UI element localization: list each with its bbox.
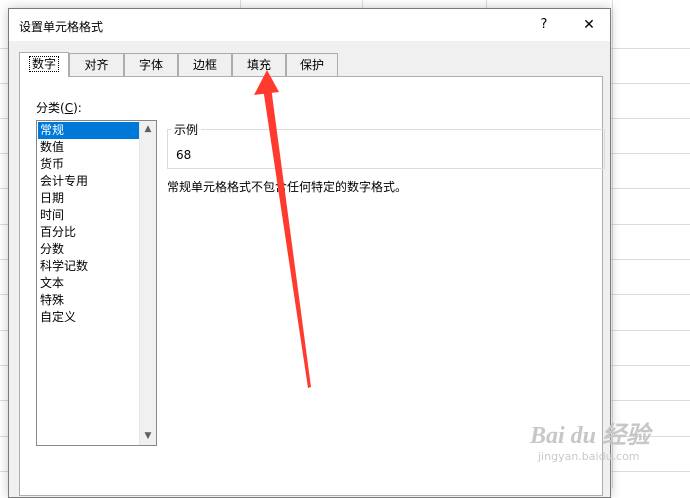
number-tab-panel: 分类(C): 常规 数值 货币 会计专用 日期 时间 百分比 分数 科学记数 文… bbox=[19, 76, 605, 496]
scroll-up-icon[interactable]: ▲ bbox=[140, 121, 156, 138]
tab-fill-label: 填充 bbox=[246, 58, 271, 72]
list-item-accounting[interactable]: 会计专用 bbox=[38, 173, 139, 190]
tab-font-label: 字体 bbox=[138, 58, 163, 72]
list-item-general[interactable]: 常规 bbox=[38, 122, 139, 139]
list-item-special[interactable]: 特殊 bbox=[38, 292, 139, 309]
watermark-sub: jingyan.baidu.com bbox=[538, 450, 640, 463]
sample-group: 示例 68 bbox=[167, 121, 605, 169]
list-item-percentage[interactable]: 百分比 bbox=[38, 224, 139, 241]
tab-protection[interactable]: 保护 bbox=[286, 53, 338, 76]
tab-border[interactable]: 边框 bbox=[178, 53, 232, 76]
sample-value: 68 bbox=[176, 148, 192, 162]
list-item-scientific[interactable]: 科学记数 bbox=[38, 258, 139, 275]
tab-border-label: 边框 bbox=[192, 58, 217, 72]
baidu-watermark: Bai du 经验 jingyan.baidu.com bbox=[530, 422, 650, 463]
tab-protection-label: 保护 bbox=[299, 58, 324, 72]
list-item-fraction[interactable]: 分数 bbox=[38, 241, 139, 258]
category-listbox[interactable]: 常规 数值 货币 会计专用 日期 时间 百分比 分数 科学记数 文本 特殊 自定… bbox=[36, 120, 157, 446]
tab-alignment-label: 对齐 bbox=[84, 58, 109, 72]
list-item-time[interactable]: 时间 bbox=[38, 207, 139, 224]
sample-legend: 示例 bbox=[171, 121, 202, 138]
list-item-number[interactable]: 数值 bbox=[38, 139, 139, 156]
tab-number[interactable]: 数字 bbox=[19, 52, 69, 77]
format-cells-dialog: 设置单元格格式 ? ✕ 数字 对齐 字体 边框 填充 保护 分类(C): 常规 … bbox=[8, 8, 611, 498]
tab-fill[interactable]: 填充 bbox=[232, 53, 286, 76]
tab-font[interactable]: 字体 bbox=[124, 53, 178, 76]
watermark-main: Bai du 经验 bbox=[530, 423, 651, 449]
category-label: 分类(C): bbox=[36, 101, 82, 115]
tab-alignment[interactable]: 对齐 bbox=[69, 53, 124, 76]
close-button[interactable]: ✕ bbox=[575, 13, 603, 37]
list-item-text[interactable]: 文本 bbox=[38, 275, 139, 292]
help-button[interactable]: ? bbox=[531, 13, 557, 37]
title-bar: 设置单元格格式 ? ✕ bbox=[9, 9, 610, 41]
list-item-date[interactable]: 日期 bbox=[38, 190, 139, 207]
list-item-custom[interactable]: 自定义 bbox=[38, 309, 139, 326]
format-description: 常规单元格格式不包含任何特定的数字格式。 bbox=[167, 180, 408, 194]
dialog-title: 设置单元格格式 bbox=[19, 20, 104, 34]
tab-number-label: 数字 bbox=[28, 56, 60, 72]
list-item-currency[interactable]: 货币 bbox=[38, 156, 139, 173]
scroll-down-icon[interactable]: ▼ bbox=[140, 428, 156, 445]
category-scrollbar[interactable]: ▲ ▼ bbox=[139, 121, 156, 445]
